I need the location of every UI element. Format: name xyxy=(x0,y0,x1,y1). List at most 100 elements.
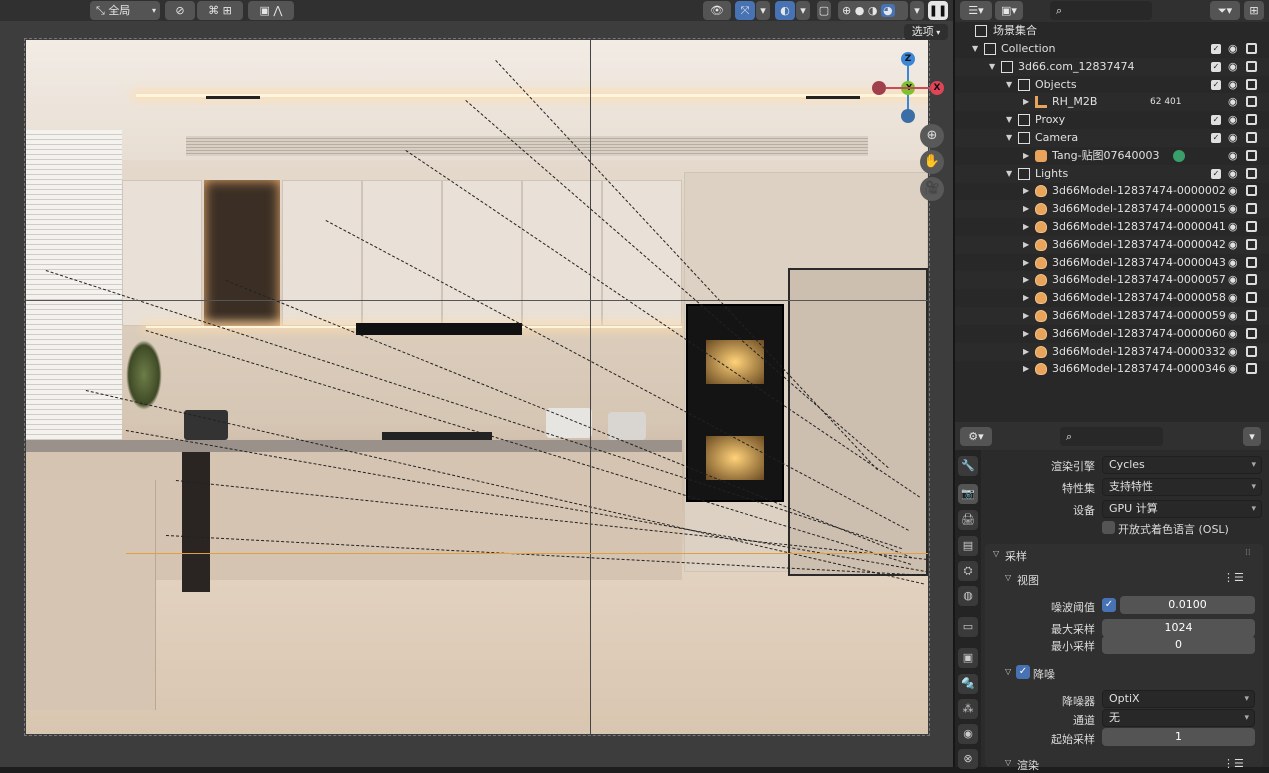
collapsed-triangle-icon[interactable]: ▶ xyxy=(1023,200,1029,218)
viewport-subpanel-title[interactable]: 视图 xyxy=(1017,572,1039,588)
collapsed-triangle-icon[interactable]: ▶ xyxy=(1023,236,1029,254)
passes-dropdown[interactable]: 无 ▾ xyxy=(1102,709,1255,727)
denoiser-dropdown[interactable]: OptiX ▾ xyxy=(1102,690,1255,708)
collapsed-triangle-icon[interactable]: ▶ xyxy=(1023,307,1029,325)
collapsed-triangle-icon[interactable]: ▶ xyxy=(1023,325,1029,343)
collection-tab-icon[interactable]: ▭ xyxy=(958,617,978,637)
exclude-checkbox[interactable]: ✓ xyxy=(1211,168,1221,179)
eye-icon[interactable]: ◉ xyxy=(1228,271,1238,289)
editor-type-dropdown[interactable]: ☰▾ xyxy=(960,1,992,20)
snap-button[interactable]: ⌘ ⊞ xyxy=(197,1,243,20)
chevron-down-icon[interactable]: ▽ xyxy=(993,549,999,558)
render-camera-icon[interactable] xyxy=(1246,78,1257,90)
solid-shading-icon[interactable]: ● xyxy=(855,4,865,17)
gizmo-z-axis[interactable]: Z xyxy=(901,52,915,66)
render-camera-icon[interactable] xyxy=(1246,221,1257,232)
collapsed-triangle-icon[interactable]: ▶ xyxy=(1023,147,1029,165)
feature-set-dropdown[interactable]: 支持特性 ▾ xyxy=(1102,478,1262,496)
render-camera-icon[interactable] xyxy=(1246,256,1257,268)
outliner-search-input[interactable]: ⌕ xyxy=(1050,1,1152,20)
exclude-checkbox[interactable]: ✓ xyxy=(1211,133,1221,143)
gizmo-dropdown[interactable]: ▾ xyxy=(756,1,770,20)
tool-tab-icon[interactable]: 🔧 xyxy=(958,456,978,476)
render-camera-icon[interactable] xyxy=(1246,203,1257,215)
min-samples-field[interactable]: 0 xyxy=(1102,636,1255,654)
exclude-checkbox[interactable]: ✓ xyxy=(1211,79,1221,90)
collapsed-triangle-icon[interactable]: ▶ xyxy=(1023,271,1029,289)
render-camera-icon[interactable] xyxy=(1246,238,1257,250)
view-layer-tab-icon[interactable]: ▤ xyxy=(958,536,978,556)
outliner-row[interactable]: ▼ Collection ✓ ◉ xyxy=(955,40,1269,58)
shading-dropdown[interactable]: ▾ xyxy=(910,1,924,20)
expand-triangle-icon[interactable]: ▼ xyxy=(1006,111,1012,129)
eye-icon[interactable]: ◉ xyxy=(1228,360,1238,378)
eye-icon[interactable]: ◉ xyxy=(1228,325,1238,343)
new-collection-button[interactable]: ⊞ xyxy=(1244,1,1264,20)
eye-icon[interactable]: ◉ xyxy=(1228,165,1238,183)
eye-icon[interactable]: ◉ xyxy=(1228,343,1238,361)
drag-handle-icon[interactable]: ⁞⁞ xyxy=(1245,548,1251,558)
noise-threshold-field[interactable]: 0.0100 xyxy=(1120,596,1255,614)
output-tab-icon[interactable]: 🖨 xyxy=(958,510,978,530)
expand-triangle-icon[interactable]: ▼ xyxy=(972,40,978,58)
collapsed-triangle-icon[interactable]: ▶ xyxy=(1023,182,1029,200)
chevron-down-icon[interactable]: ▽ xyxy=(1005,667,1011,676)
outliner-row[interactable]: ▼ Proxy ✓ ◉ xyxy=(955,111,1269,129)
filter-dropdown[interactable]: ⏷▾ xyxy=(1210,1,1240,20)
pause-render-button[interactable]: ❚❚ xyxy=(928,1,948,20)
scene-tab-icon[interactable]: ⛭ xyxy=(958,561,978,581)
expand-triangle-icon[interactable]: ▼ xyxy=(989,58,995,76)
gizmo-toggle-button[interactable]: ⤧ xyxy=(735,1,755,20)
world-tab-icon[interactable]: ◍ xyxy=(958,586,978,606)
exclude-checkbox[interactable]: ✓ xyxy=(1211,61,1221,72)
eye-icon[interactable]: ◉ xyxy=(1228,129,1238,147)
device-dropdown[interactable]: GPU 计算 ▾ xyxy=(1102,500,1262,518)
constraints-tab-icon[interactable]: ⊗ xyxy=(958,749,978,769)
render-camera-icon[interactable] xyxy=(1246,185,1257,197)
properties-search-input[interactable]: ⌕ xyxy=(1060,427,1163,446)
outliner-row[interactable]: ▶ 3d66Model-12837474-0000042 ◉ xyxy=(955,235,1269,254)
render-camera-icon[interactable] xyxy=(1246,60,1257,72)
exclude-checkbox[interactable]: ✓ xyxy=(1211,115,1221,126)
denoise-checkbox[interactable]: ✓ xyxy=(1016,665,1030,679)
gizmo-neg-z-axis[interactable] xyxy=(901,109,915,123)
modifier-tab-icon[interactable]: 🔩 xyxy=(958,674,978,694)
render-camera-icon[interactable] xyxy=(1246,363,1257,375)
osl-checkbox[interactable] xyxy=(1102,521,1115,534)
gizmo-x-axis[interactable]: X xyxy=(930,81,944,95)
outliner-row[interactable]: ▼ Lights ✓ ◉ xyxy=(955,164,1269,183)
outliner-row[interactable]: ▶ 3d66Model-12837474-0000002 ◉ xyxy=(955,182,1269,200)
outliner-row[interactable]: ▶ 3d66Model-12837474-0000058 ◉ xyxy=(955,289,1269,307)
transform-orientation-dropdown[interactable]: ⤡ 全局 ▾ xyxy=(90,1,160,20)
outliner-row[interactable]: ▶ 3d66Model-12837474-0000332 ◉ xyxy=(955,342,1269,361)
eye-icon[interactable]: ◉ xyxy=(1228,307,1238,325)
proportional-editing-button[interactable]: ▣ ⋀ xyxy=(248,1,294,20)
eye-icon[interactable]: ◉ xyxy=(1228,182,1238,200)
eye-icon[interactable]: ◉ xyxy=(1228,289,1238,307)
render-tab-icon[interactable]: 📷 xyxy=(958,484,978,504)
wireframe-shading-icon[interactable]: ⊕ xyxy=(842,4,851,17)
chevron-down-icon[interactable]: ▽ xyxy=(1005,573,1011,582)
render-camera-icon[interactable] xyxy=(1246,292,1257,304)
camera-data-icon[interactable] xyxy=(1173,149,1185,162)
eye-icon[interactable]: ◉ xyxy=(1228,218,1238,236)
editor-type-dropdown[interactable]: ⚙▾ xyxy=(960,427,992,446)
pivot-point-button[interactable]: ⊘ xyxy=(165,1,195,20)
expand-triangle-icon[interactable]: ▼ xyxy=(1006,129,1012,147)
overlay-dropdown[interactable]: ▾ xyxy=(796,1,810,20)
outliner-row[interactable]: ▶ 3d66Model-12837474-0000041 ◉ xyxy=(955,218,1269,236)
denoise-subpanel-title[interactable]: 降噪 xyxy=(1033,666,1055,682)
collapsed-triangle-icon[interactable]: ▶ xyxy=(1023,218,1029,236)
outliner-row[interactable]: ▼ 3d66.com_12837474 ✓ ◉ xyxy=(955,57,1269,76)
outliner-row[interactable]: ▶ RH_M2B 62 401 ◉ xyxy=(955,93,1269,112)
eye-icon[interactable]: ◉ xyxy=(1228,236,1238,254)
outliner-row[interactable]: ▶ 3d66Model-12837474-0000060 ◉ xyxy=(955,325,1269,343)
display-mode-dropdown[interactable]: ▣▾ xyxy=(995,1,1023,20)
shading-mode-group[interactable]: ⊕ ● ◑ ◕ xyxy=(838,1,908,20)
outliner-row[interactable]: ▶ 3d66Model-12837474-0000015 ◉ xyxy=(955,200,1269,219)
outliner-root-row[interactable]: 场景集合 xyxy=(955,22,1269,40)
sampling-title[interactable]: 采样 xyxy=(1005,548,1027,564)
outliner-row[interactable]: ▶ 3d66Model-12837474-0000057 ◉ xyxy=(955,271,1269,290)
visibility-button[interactable]: 👁 xyxy=(703,1,731,20)
collapsed-triangle-icon[interactable]: ▶ xyxy=(1023,289,1029,307)
